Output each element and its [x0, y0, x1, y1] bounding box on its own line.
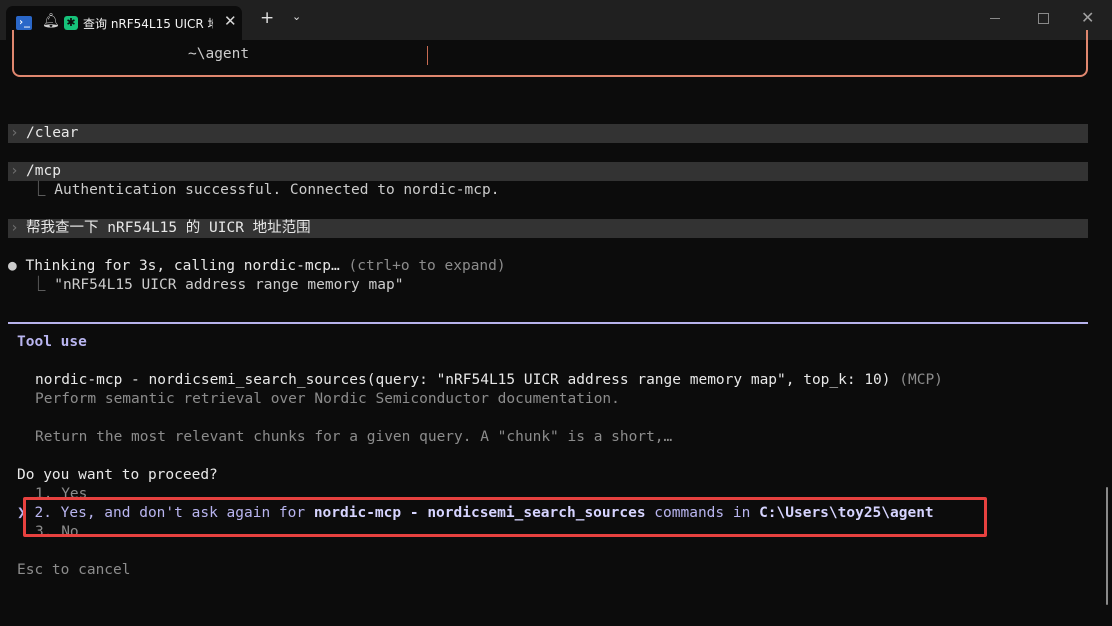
thinking-status: ● Thinking for 3s, calling nordic-mcp… (… — [8, 258, 506, 274]
prompt-chevron-icon: › — [10, 163, 19, 179]
minimize-button[interactable] — [990, 18, 1000, 19]
cancel-hint: Esc to cancel — [17, 562, 131, 578]
powershell-icon: ›_ — [16, 16, 32, 30]
thinking-query: ⎿ "nRF54L15 UICR address range memory ma… — [31, 277, 404, 293]
tool-use-heading: Tool use — [17, 334, 87, 350]
history-entry: › 帮我查一下 nRF54L15 的 UICR 地址范围 — [8, 219, 1088, 238]
history-prompt: /mcp — [26, 163, 61, 179]
maximize-button[interactable] — [1038, 13, 1049, 24]
chevron-down-icon[interactable]: ⌄ — [292, 10, 301, 23]
scrollbar[interactable] — [1106, 487, 1108, 605]
history-reply: ⎿ Authentication successful. Connected t… — [31, 182, 500, 198]
box-divider — [427, 46, 428, 65]
session-info-box: ~\agent — [12, 30, 1088, 77]
history-prompt: /clear — [26, 125, 79, 141]
cwd-path: ~\agent — [188, 46, 250, 62]
proceed-question: Do you want to proceed? — [17, 467, 218, 483]
highlight-annotation — [23, 497, 987, 537]
tool-detail: Return the most relevant chunks for a gi… — [35, 429, 673, 445]
history-prompt: 帮我查一下 nRF54L15 的 UICR 地址范围 — [26, 220, 311, 236]
expand-hint: (ctrl+o to expand) — [348, 258, 506, 274]
mcp-tag: (MCP) — [899, 372, 943, 388]
tree-branch-icon: ⎿ — [31, 182, 55, 198]
tool-call: nordic-mcp - nordicsemi_search_sources(q… — [35, 372, 943, 388]
bell-icon: 🔔︎ — [42, 13, 60, 29]
tree-branch-icon: ⎿ — [31, 277, 55, 293]
window-close-button[interactable]: ✕ — [1081, 8, 1094, 27]
bullet-icon: ● — [8, 258, 26, 274]
history-entry: › /clear — [8, 124, 1088, 143]
history-entry: › /mcp — [8, 162, 1088, 181]
prompt-chevron-icon: › — [10, 125, 19, 141]
section-divider — [8, 322, 1088, 324]
close-icon[interactable]: ✕ — [224, 12, 237, 30]
tool-description: Perform semantic retrieval over Nordic S… — [35, 391, 620, 407]
spinner-icon: ✱ — [64, 16, 78, 30]
prompt-chevron-icon: › — [10, 220, 19, 236]
plus-icon[interactable]: + — [260, 9, 274, 27]
